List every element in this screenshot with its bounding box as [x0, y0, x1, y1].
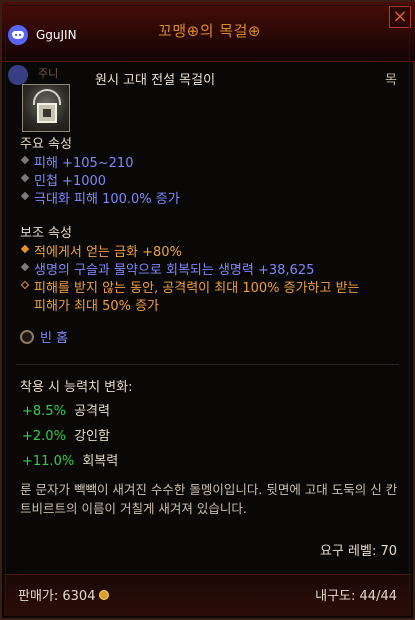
primary-stat: 피해 +105~210	[20, 152, 133, 171]
faded-overlay-label: 주니	[38, 67, 59, 80]
legendary-bullet-icon	[20, 280, 30, 290]
diamond-bullet-icon	[20, 155, 30, 165]
discord-icon	[8, 25, 28, 45]
close-icon[interactable]: ×	[389, 6, 411, 28]
legendary-affix-continued: 피해가 최대 50% 증가	[34, 299, 160, 314]
necklace-icon	[22, 84, 70, 132]
discord-overlay: GguJIN	[2, 22, 77, 48]
discord-username: GguJIN	[36, 28, 77, 42]
primary-stats-title: 주요 속성	[20, 137, 72, 152]
stat-change: +11.0% 회복력	[22, 454, 119, 469]
primary-stat: 극대화 피해 100.0% 증가	[20, 188, 180, 207]
primary-stat: 민첩 +1000	[20, 170, 106, 189]
diamond-bullet-icon	[20, 244, 30, 254]
diamond-bullet-icon	[20, 173, 30, 183]
stat-change: +8.5% 공격력	[22, 404, 110, 419]
flavor-text: 룬 문자가 빽빽이 새겨진 수수한 돌멩이입니다. 뒷면에 고대 도둑의 신 칸…	[20, 482, 398, 516]
socket-icon	[20, 329, 34, 344]
diamond-bullet-icon	[20, 262, 30, 272]
durability: 내구도: 44/44	[315, 589, 397, 604]
discord-avatar-icon	[8, 65, 28, 85]
stat-change: +2.0% 강인함	[22, 429, 110, 444]
empty-socket: 빈 홈	[20, 327, 68, 346]
legendary-affix: 피해를 받지 않는 동안, 공격력이 최대 100% 증가하고 받는	[20, 277, 360, 296]
item-slot: 목	[385, 73, 397, 88]
sell-price: 판매가: 6304	[18, 585, 110, 604]
stat-change-title: 착용 시 능력치 변화:	[20, 380, 133, 395]
diamond-bullet-icon	[20, 191, 30, 201]
secondary-stats-title: 보조 속성	[20, 226, 72, 241]
required-level: 요구 레벨: 70	[319, 544, 397, 559]
secondary-stat: 적에게서 얻는 금화 +80%	[20, 241, 182, 260]
secondary-stat: 생명의 구슬과 물약으로 회복되는 생명력 +38,625	[20, 259, 314, 278]
item-type: 원시 고대 전설 목걸이	[95, 73, 216, 88]
gold-coin-icon	[99, 589, 110, 600]
item-tooltip: 꼬맹⊕의 목걸⊕ × GguJIN 주니 원시 고대 전설 목걸이 목 주요 속…	[0, 0, 415, 620]
divider	[16, 364, 399, 365]
